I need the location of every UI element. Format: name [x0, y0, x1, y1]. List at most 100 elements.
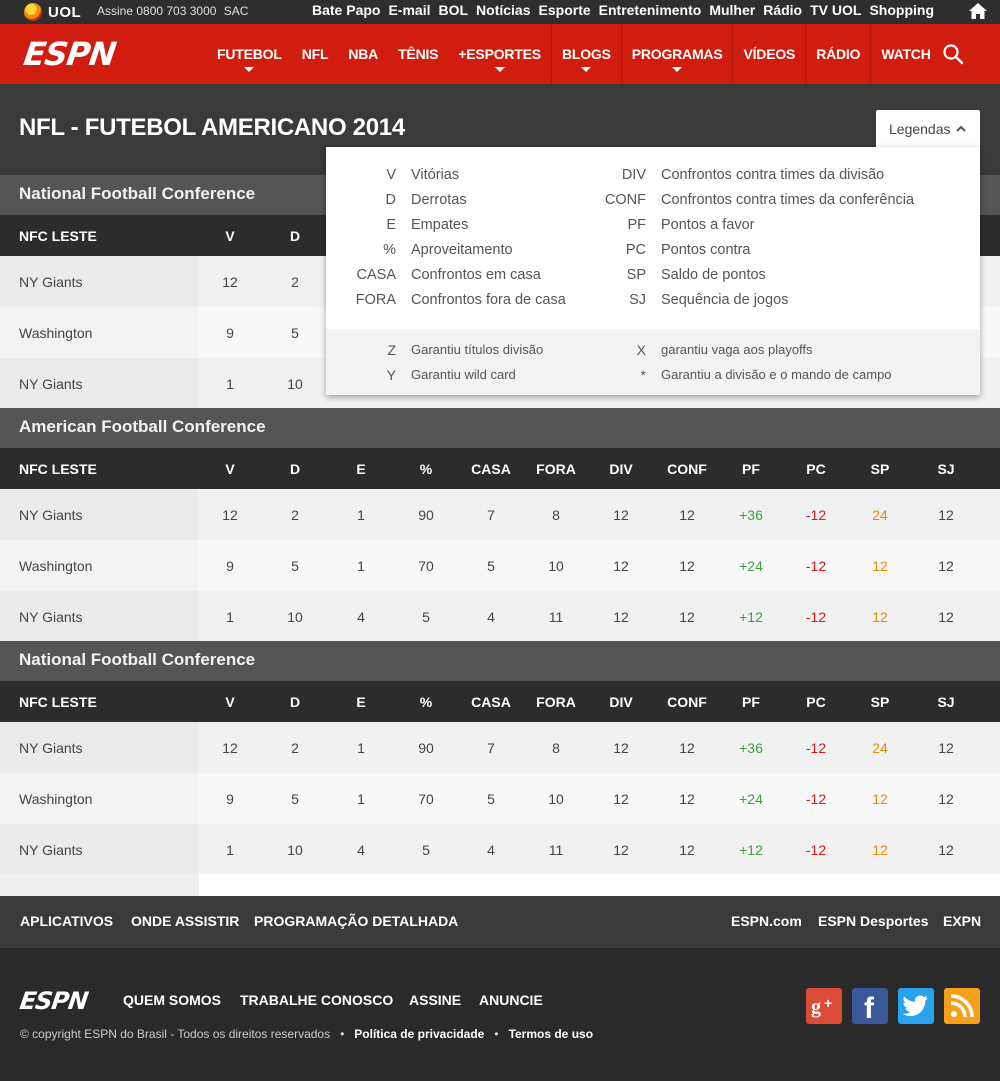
stat-cell: 12 — [613, 841, 629, 858]
stat-cell: 12 — [872, 557, 888, 574]
legend-panel: V Vitórias D Derrotas E Empates% Aproveitament… — [326, 147, 980, 395]
column-header[interactable]: SP — [848, 681, 912, 722]
column-header[interactable]: CONF — [655, 681, 719, 722]
column-header[interactable]: SP — [848, 448, 912, 489]
nav-item-programas[interactable]: PROGRAMAS — [620, 24, 733, 84]
nav-item-tenis[interactable]: TÊNIS — [388, 24, 448, 84]
search-icon[interactable] — [942, 43, 964, 65]
uol-link[interactable]: Rádio — [763, 2, 802, 18]
column-header[interactable]: PF — [719, 681, 783, 722]
uol-link[interactable]: Bate Papo — [312, 2, 380, 18]
footer-espn-logo[interactable]: ESPN — [18, 987, 89, 1015]
column-header[interactable]: % — [394, 448, 458, 489]
uol-assine-text[interactable]: Assine 0800 703 3000 — [97, 4, 216, 18]
column-header[interactable]: NFC LESTE — [0, 681, 199, 722]
column-header[interactable]: CASA — [459, 681, 523, 722]
column-header[interactable]: D — [263, 448, 327, 489]
terms-link[interactable]: Termos de uso — [509, 1027, 593, 1041]
column-header[interactable]: DIV — [589, 681, 653, 722]
table-header: NFC LESTEVDE%CASAFORADIVCONFPFPCSPSJ — [0, 448, 1000, 489]
nav-item-radio[interactable]: RÁDIO — [805, 24, 870, 84]
column-header[interactable]: D — [263, 681, 327, 722]
column-header[interactable]: FORA — [524, 681, 588, 722]
nav-item-nfl[interactable]: NFL — [292, 24, 339, 84]
column-header[interactable]: PC — [784, 448, 848, 489]
column-header[interactable]: PF — [719, 448, 783, 489]
column-header[interactable]: DIV — [589, 448, 653, 489]
column-header[interactable]: V — [198, 215, 262, 256]
column-header[interactable]: V — [198, 448, 262, 489]
legend-desc: Confrontos em casa — [411, 267, 541, 283]
facebook-icon[interactable]: f — [852, 988, 888, 1024]
team-name[interactable]: Washington — [0, 773, 199, 824]
legend-key: PC — [625, 242, 646, 258]
separator-dot: • — [340, 1027, 345, 1041]
column-header[interactable]: NFC LESTE — [0, 215, 199, 256]
footer-link-aplicativos[interactable]: APLICATIVOS — [20, 913, 113, 929]
espn-logo[interactable]: ESPN — [21, 35, 117, 73]
legend-toggle-button[interactable]: Legendas — [876, 110, 980, 148]
column-header[interactable]: CASA — [459, 448, 523, 489]
team-name[interactable]: Washington — [0, 540, 199, 591]
footer-link-expn[interactable]: EXPN — [943, 913, 981, 929]
stat-cell: 12 — [222, 506, 238, 523]
nav-item-watch[interactable]: WATCH — [870, 24, 940, 84]
uol-link[interactable]: Shopping — [869, 2, 934, 18]
uol-link[interactable]: TV UOL — [810, 2, 861, 18]
home-icon[interactable] — [968, 2, 988, 20]
stat-cell: 2 — [291, 506, 299, 523]
team-name[interactable]: NY Giants — [0, 824, 199, 875]
twitter-icon[interactable] — [898, 988, 934, 1024]
uol-link[interactable]: Entretenimento — [599, 2, 702, 18]
column-header[interactable]: E — [329, 448, 393, 489]
uol-link[interactable]: BOL — [438, 2, 468, 18]
stat-cell: 12 — [679, 608, 695, 625]
uol-logo[interactable]: UOL — [24, 3, 81, 21]
footer-link-quem-somos[interactable]: QUEM SOMOS — [123, 992, 221, 1008]
uol-link[interactable]: Notícias — [476, 2, 530, 18]
team-name[interactable]: NY Giants — [0, 358, 199, 409]
footer-link-programacao[interactable]: PROGRAMAÇÃO DETALHADA — [254, 913, 458, 929]
nav-item-blogs[interactable]: BLOGS — [550, 24, 621, 84]
legend-item: D Derrotas — [326, 192, 467, 208]
nav-item-nba[interactable]: NBA — [338, 24, 388, 84]
footer-link-trabalhe[interactable]: TRABALHE CONOSCO — [240, 992, 393, 1008]
team-name[interactable]: NY Giants — [0, 591, 199, 642]
legend-item: SP Saldo de pontos — [556, 267, 766, 283]
uol-link[interactable]: Mulher — [709, 2, 755, 18]
footer-link-assine[interactable]: ASSINE — [409, 992, 461, 1008]
column-header[interactable]: CONF — [655, 448, 719, 489]
stat-cell: 1 — [357, 557, 365, 574]
legend-desc: Garantiu a divisão e o mando de campo — [661, 367, 892, 382]
nav-item-mais-esportes[interactable]: +ESPORTES — [448, 24, 551, 84]
column-header[interactable]: PC — [784, 681, 848, 722]
stat-cell: 5 — [422, 841, 430, 858]
column-header[interactable]: D — [263, 215, 327, 256]
column-header[interactable]: NFC LESTE — [0, 448, 199, 489]
stat-cell: 12 — [938, 739, 954, 756]
team-name[interactable]: NY Giants — [0, 722, 199, 773]
rss-icon[interactable] — [944, 988, 980, 1024]
column-header[interactable]: E — [329, 681, 393, 722]
uol-link[interactable]: Esporte — [539, 2, 591, 18]
column-header[interactable]: SJ — [914, 681, 978, 722]
uol-sac-link[interactable]: SAC — [224, 4, 249, 18]
footer-link-espn-com[interactable]: ESPN.com — [731, 913, 802, 929]
footer-link-anuncie[interactable]: ANUNCIE — [479, 992, 543, 1008]
column-header[interactable]: % — [394, 681, 458, 722]
nav-item-videos[interactable]: VÍDEOS — [732, 24, 805, 84]
legend-status-item: * Garantiu a divisão e o mando de campo — [556, 367, 892, 383]
team-name[interactable]: NY Giants — [0, 489, 199, 540]
google-plus-icon[interactable]: g + — [806, 988, 842, 1024]
uol-assine[interactable]: Assine 0800 703 3000 SAC — [97, 4, 248, 18]
uol-link[interactable]: E-mail — [388, 2, 430, 18]
column-header[interactable]: SJ — [914, 448, 978, 489]
column-header[interactable]: FORA — [524, 448, 588, 489]
team-name[interactable]: NY Giants — [0, 256, 199, 307]
privacy-link[interactable]: Política de privacidade — [354, 1027, 484, 1041]
nav-item-futebol[interactable]: FUTEBOL — [207, 24, 292, 84]
footer-link-espn-desportes[interactable]: ESPN Desportes — [818, 913, 928, 929]
column-header[interactable]: V — [198, 681, 262, 722]
footer-link-onde-assistir[interactable]: ONDE ASSISTIR — [131, 913, 239, 929]
team-name[interactable]: Washington — [0, 307, 199, 358]
